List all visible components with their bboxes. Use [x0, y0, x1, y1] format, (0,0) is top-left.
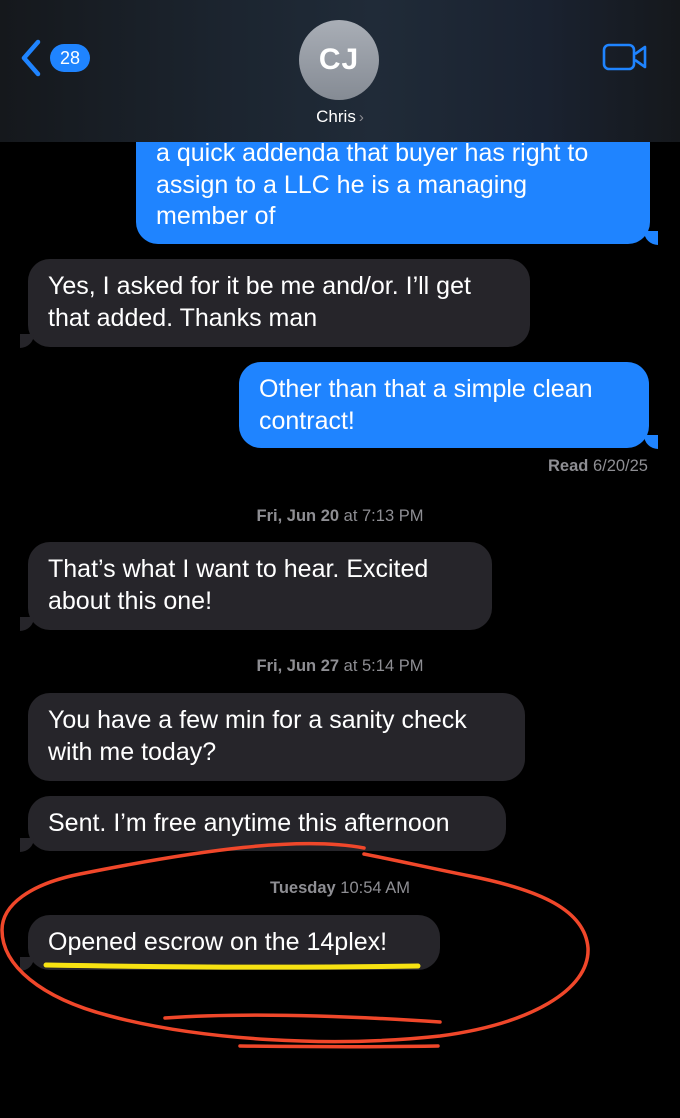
- message-bubble-sent[interactable]: Other than that a simple clean contract!: [239, 362, 649, 448]
- timestamp-day: Tuesday: [269, 879, 336, 897]
- read-label: Read: [547, 457, 589, 475]
- timestamp-time: 10:54 AM: [340, 879, 411, 897]
- message-bubble-received[interactable]: Opened escrow on the 14plex!: [28, 915, 440, 970]
- message-line: that added. Thanks man: [48, 303, 318, 332]
- bubble-tail: [20, 617, 34, 631]
- message-bubble-received[interactable]: Yes, I asked for it be me and/or. I’ll g…: [28, 259, 530, 347]
- conversation-header: 28 CJ Chris ›: [0, 0, 680, 142]
- read-date: 6/20/25: [592, 457, 648, 475]
- message-bubble-received[interactable]: You have a few min for a sanity check wi…: [28, 693, 525, 781]
- bubble-tail: [644, 435, 658, 449]
- bubble-tail: [644, 231, 658, 245]
- message-line: That’s what I want to hear. Excited: [48, 555, 429, 583]
- timestamp: Fri, Jun 20 at 7:13 PM: [0, 507, 680, 526]
- message-line: about this one!: [48, 586, 213, 615]
- timestamp: Tuesday 10:54 AM: [0, 879, 680, 898]
- chevron-right-icon: ›: [358, 109, 364, 126]
- message-line: You have a few min for a sanity check: [48, 706, 467, 734]
- message-bubble-received[interactable]: That’s what I want to hear. Excited abou…: [28, 542, 492, 630]
- bubble-tail: [20, 334, 34, 348]
- annotation-stroke: [238, 1044, 440, 1049]
- timestamp-time: at 7:13 PM: [343, 507, 424, 525]
- timestamp-day: Fri, Jun 27: [256, 657, 340, 675]
- contact-name: Chris: [316, 107, 356, 126]
- video-camera-icon[interactable]: [602, 42, 648, 72]
- avatar[interactable]: CJ: [299, 20, 379, 100]
- message-line: Other than that a simple clean: [259, 375, 593, 403]
- read-receipt: Read 6/20/25: [548, 457, 648, 476]
- chevron-left-icon: [21, 39, 41, 77]
- message-line: Sent. I’m free anytime this afternoon: [48, 809, 450, 837]
- timestamp-day: Fri, Jun 20: [256, 507, 340, 525]
- contact-name-button[interactable]: Chris ›: [0, 107, 680, 127]
- timestamp-time: at 5:14 PM: [343, 657, 424, 675]
- message-line: assign to a LLC he is a managing: [156, 170, 528, 199]
- message-line: contract!: [259, 406, 355, 435]
- message-bubble-received[interactable]: Sent. I’m free anytime this afternoon: [28, 796, 506, 851]
- messages-screen: 28 CJ Chris › a quick addenda that buyer …: [0, 0, 680, 1118]
- timestamp: Fri, Jun 27 at 5:14 PM: [0, 657, 680, 676]
- message-line: a quick addenda that buyer has right to: [156, 139, 589, 167]
- message-line: Opened escrow on the 14plex!: [48, 928, 388, 956]
- unread-count-badge: 28: [50, 44, 91, 72]
- message-line: Yes, I asked for it be me and/or. I’ll g…: [48, 272, 471, 300]
- annotation-stroke: [163, 1013, 442, 1024]
- back-button[interactable]: 28: [18, 38, 91, 78]
- bubble-tail: [20, 838, 34, 852]
- message-line: with me today?: [48, 737, 217, 766]
- message-line: member of: [156, 202, 276, 230]
- bubble-tail: [20, 957, 34, 971]
